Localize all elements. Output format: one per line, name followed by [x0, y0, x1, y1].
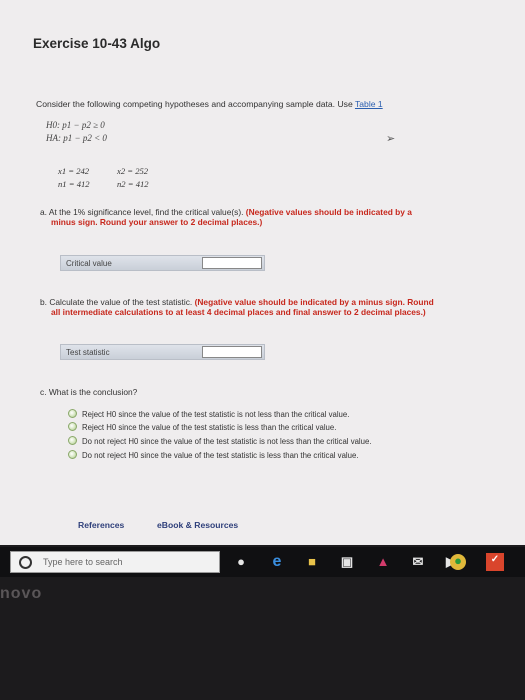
option-2-radio[interactable]: [68, 422, 77, 431]
critical-value-row: Critical value: [60, 255, 265, 271]
office-icon[interactable]: ▲: [376, 555, 390, 569]
option-3-label[interactable]: Do not reject H0 since the value of the …: [82, 437, 372, 446]
ebook-resources-tab[interactable]: eBook & Resources: [157, 520, 238, 530]
question-b-note-2: all intermediate calculations to at leas…: [51, 307, 426, 317]
option-4-radio[interactable]: [68, 450, 77, 459]
question-a-text: At the 1% significance level, find the c…: [48, 207, 244, 217]
sample-x2: x2 = 252: [117, 166, 149, 176]
critical-value-input[interactable]: [202, 257, 262, 269]
mouse-cursor-icon: ➢: [386, 133, 396, 145]
question-a-note-2: minus sign. Round your answer to 2 decim…: [51, 217, 263, 227]
question-c-letter: c.: [40, 387, 47, 397]
intro-sentence: Consider the following competing hypothe…: [36, 99, 355, 109]
sample-n2: n2 = 412: [117, 179, 149, 189]
cortana-circle-icon: [19, 556, 32, 569]
references-tab[interactable]: References: [78, 520, 124, 530]
test-statistic-label: Test statistic: [66, 348, 110, 357]
question-b-letter: b.: [40, 297, 47, 307]
question-a-letter: a.: [40, 207, 47, 217]
question-b-note-1: (Negative value should be indicated by a…: [194, 297, 434, 307]
microphone-icon[interactable]: ●: [234, 555, 248, 569]
mail-icon[interactable]: ✉: [411, 555, 425, 569]
browser-screen: Exercise 10-43 Algo Consider the followi…: [0, 0, 525, 545]
option-3-radio[interactable]: [68, 436, 77, 445]
sample-n1: n1 = 412: [58, 179, 90, 189]
question-a-note-1: (Negative values should be indicated by …: [245, 207, 412, 217]
option-1-radio[interactable]: [68, 409, 77, 418]
option-1-label[interactable]: Reject H0 since the value of the test st…: [82, 410, 349, 419]
test-statistic-input[interactable]: [202, 346, 262, 358]
question-b-text: Calculate the value of the test statisti…: [49, 297, 193, 307]
intro-text: Consider the following competing hypothe…: [36, 99, 383, 109]
question-c: c. What is the conclusion?: [40, 387, 137, 397]
option-4-label[interactable]: Do not reject H0 since the value of the …: [82, 451, 359, 460]
test-statistic-row: Test statistic: [60, 344, 265, 360]
table-1-link[interactable]: Table 1: [355, 99, 383, 109]
store-icon[interactable]: ▣: [340, 555, 354, 569]
question-c-text: What is the conclusion?: [48, 387, 138, 397]
laptop-brand-logo: novo: [0, 585, 43, 602]
sample-x1: x1 = 242: [58, 166, 90, 176]
exercise-title: Exercise 10-43 Algo: [33, 36, 161, 51]
edge-browser-icon[interactable]: e: [270, 554, 284, 570]
question-b: b. Calculate the value of the test stati…: [40, 297, 518, 317]
chrome-icon[interactable]: ●: [450, 554, 466, 570]
taskbar: Type here to search ● e ■ ▣ ▲ ✉ ▶ ● ✓: [0, 547, 525, 577]
file-explorer-icon[interactable]: ■: [305, 555, 319, 569]
question-a: a. At the 1% significance level, find th…: [40, 207, 510, 227]
alternative-hypothesis: HA: p1 − p2 < 0: [46, 133, 107, 143]
option-2-label[interactable]: Reject H0 since the value of the test st…: [82, 423, 336, 432]
critical-value-label: Critical value: [66, 259, 112, 268]
null-hypothesis: H0: p1 − p2 ≥ 0: [46, 120, 105, 130]
taskbar-search-placeholder: Type here to search: [43, 557, 123, 567]
pinned-app-icon[interactable]: ✓: [486, 553, 504, 571]
taskbar-search-box[interactable]: Type here to search: [10, 551, 220, 573]
